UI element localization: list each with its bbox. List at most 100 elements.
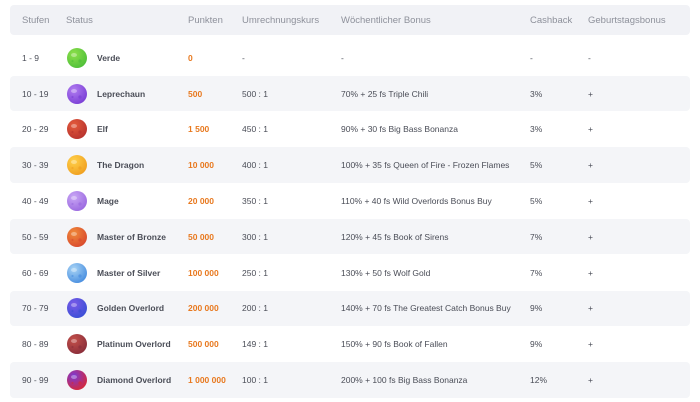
status-name: Master of Bronze	[97, 231, 166, 242]
level-range: 30 - 39	[22, 160, 49, 171]
table-row: 70 - 79 Golden Overlord 200 000 200 : 1 140%…	[10, 290, 690, 327]
header-cashback: Cashback	[530, 14, 573, 26]
level-range: 90 - 99	[22, 374, 49, 385]
weekly-bonus: -	[341, 52, 344, 63]
conversion-rate: 400 : 1	[242, 160, 268, 171]
maroon-planet-icon	[66, 333, 88, 355]
vip-levels-table: Stufen Status Punkten Umrechnungskurs Wö…	[10, 5, 690, 398]
table-row: 80 - 89 Platinum Overlord 500 000 149 : 1 15…	[10, 326, 690, 362]
level-range: 50 - 59	[22, 231, 49, 242]
table-row: 40 - 49 Mage 20 000 350 : 1 110% + 40 fs Wil…	[10, 183, 690, 219]
points-value: 1 500	[188, 124, 210, 135]
status-name: Diamond Overlord	[97, 374, 172, 385]
weekly-bonus: 70% + 25 fs Triple Chili	[341, 88, 429, 99]
header-punkten: Punkten	[188, 14, 223, 26]
level-range: 80 - 89	[22, 339, 49, 350]
orange-planet-icon	[66, 154, 88, 176]
weekly-bonus: 130% + 50 fs Wolf Gold	[341, 267, 431, 278]
header-geburtstag: Geburtstagsbonus	[588, 14, 666, 26]
table-row: 60 - 69 Master of Silver 100 000 250 : 1 130…	[10, 255, 690, 291]
purple-planet-icon	[66, 83, 88, 105]
points-value: 500 000	[188, 339, 219, 350]
table-body: 1 - 9 Verde 0 - - - - 10 - 19 Leprechaun 500 500 :…	[10, 40, 690, 398]
level-range: 10 - 19	[22, 88, 49, 99]
status-name: Verde	[97, 52, 121, 63]
cashback-value: 5%	[530, 195, 543, 206]
status-name: Leprechaun	[97, 88, 146, 99]
red-planet-icon	[66, 118, 88, 140]
birthday-bonus: +	[588, 124, 593, 135]
birthday-bonus: +	[588, 339, 593, 350]
birthday-bonus: +	[588, 160, 593, 171]
conversion-rate: 450 : 1	[242, 124, 268, 135]
points-value: 20 000	[188, 195, 214, 206]
violet-planet-icon	[66, 190, 88, 212]
weekly-bonus: 150% + 90 fs Book of Fallen	[341, 339, 448, 350]
table-header: Stufen Status Punkten Umrechnungskurs Wö…	[10, 5, 690, 35]
points-value: 10 000	[188, 160, 214, 171]
birthday-bonus: +	[588, 267, 593, 278]
level-range: 40 - 49	[22, 195, 49, 206]
conversion-rate: 300 : 1	[242, 231, 268, 242]
weekly-bonus: 100% + 35 fs Queen of Fire - Frozen Flam…	[341, 160, 510, 171]
status-name: Elf	[97, 124, 108, 135]
points-value: 200 000	[188, 303, 219, 314]
table-row: 10 - 19 Leprechaun 500 500 : 1 70% + 25 fs T…	[10, 75, 690, 112]
conversion-rate: 350 : 1	[242, 195, 268, 206]
cashback-value: 3%	[530, 88, 543, 99]
conversion-rate: -	[242, 52, 245, 63]
cashback-value: 9%	[530, 339, 543, 350]
birthday-bonus: +	[588, 374, 593, 385]
silver-planet-icon	[66, 262, 88, 284]
green-planet-icon	[66, 47, 88, 69]
cashback-value: 3%	[530, 124, 543, 135]
weekly-bonus: 140% + 70 fs The Greatest Catch Bonus Bu…	[341, 303, 511, 314]
level-range: 1 - 9	[22, 52, 40, 63]
conversion-rate: 200 : 1	[242, 303, 268, 314]
level-range: 70 - 79	[22, 303, 49, 314]
points-value: 50 000	[188, 231, 214, 242]
cashback-value: 5%	[530, 160, 543, 171]
cashback-value: 9%	[530, 303, 543, 314]
crimson-planet-icon	[66, 369, 88, 391]
table-row: 1 - 9 Verde 0 - - - -	[10, 40, 690, 76]
cashback-value: 7%	[530, 231, 543, 242]
weekly-bonus: 120% + 45 fs Book of Sirens	[341, 231, 449, 242]
weekly-bonus: 90% + 30 fs Big Bass Bonanza	[341, 124, 458, 135]
status-name: Master of Silver	[97, 267, 161, 278]
birthday-bonus: +	[588, 88, 593, 99]
conversion-rate: 149 : 1	[242, 339, 268, 350]
points-value: 1 000 000	[188, 374, 226, 385]
bronze-planet-icon	[66, 226, 88, 248]
birthday-bonus: +	[588, 231, 593, 242]
status-name: Golden Overlord	[97, 303, 165, 314]
status-name: The Dragon	[97, 160, 145, 171]
table-row: 90 - 99 Diamond Overlord 1 000 000 100 : 1 2…	[10, 362, 690, 398]
level-range: 20 - 29	[22, 124, 49, 135]
header-bonus: Wöchentlicher Bonus	[341, 14, 431, 26]
blue-planet-icon	[66, 297, 88, 319]
header-kurs: Umrechnungskurs	[242, 14, 320, 26]
cashback-value: 12%	[530, 374, 548, 385]
points-value: 100 000	[188, 267, 219, 278]
birthday-bonus: +	[588, 303, 593, 314]
status-name: Mage	[97, 195, 119, 206]
conversion-rate: 100 : 1	[242, 374, 268, 385]
weekly-bonus: 110% + 40 fs Wild Overlords Bonus Buy	[341, 195, 492, 206]
points-value: 0	[188, 52, 193, 63]
status-name: Platinum Overlord	[97, 339, 171, 350]
weekly-bonus: 200% + 100 fs Big Bass Bonanza	[341, 374, 468, 385]
header-stufen: Stufen	[22, 14, 50, 26]
birthday-bonus: +	[588, 195, 593, 206]
table-row: 50 - 59 Master of Bronze 50 000 300 : 1 120%…	[10, 218, 690, 255]
cashback-value: 7%	[530, 267, 543, 278]
level-range: 60 - 69	[22, 267, 49, 278]
header-status: Status	[66, 14, 93, 26]
birthday-bonus: -	[588, 52, 591, 63]
table-row: 20 - 29 Elf 1 500 450 : 1 90% + 30 fs Big Ba…	[10, 112, 690, 148]
table-row: 30 - 39 The Dragon 10 000 400 : 1 100% + 35 …	[10, 147, 690, 183]
conversion-rate: 250 : 1	[242, 267, 268, 278]
points-value: 500	[188, 88, 203, 99]
conversion-rate: 500 : 1	[242, 88, 268, 99]
cashback-value: -	[530, 52, 533, 63]
